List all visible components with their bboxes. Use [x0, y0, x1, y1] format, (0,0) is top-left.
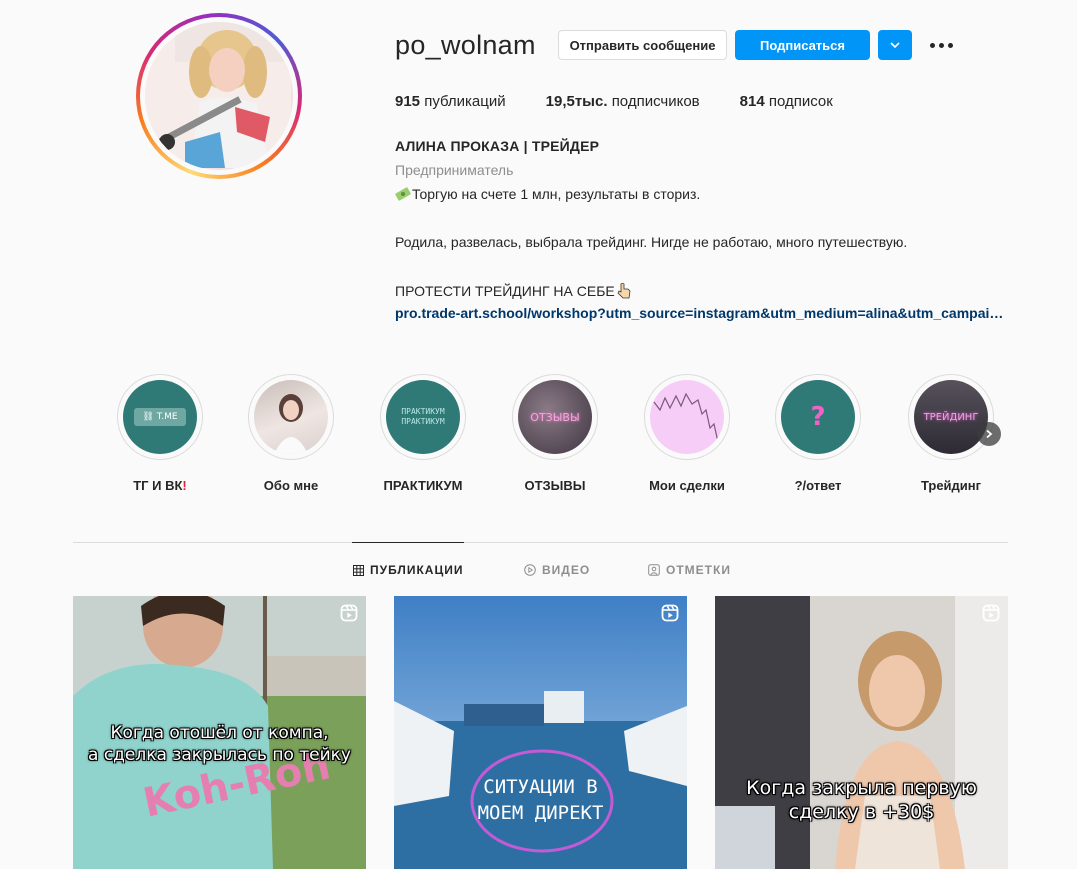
active-tab-indicator	[352, 542, 464, 543]
highlight-label: ТГ И ВК!	[133, 478, 187, 493]
posts-count-stat[interactable]: 915 публикаций	[395, 93, 506, 110]
bio-line-3: ПРОТЕСТИ ТРЕЙДИНГ НА СЕБЕ	[395, 282, 632, 300]
exclamation-emoji-icon: !	[182, 478, 187, 493]
highlight-my-trades[interactable]: Мои сделки	[642, 374, 732, 493]
highlight-qa[interactable]: ? ?/ответ	[773, 374, 863, 493]
highlight-cover-photo	[274, 394, 308, 454]
bio-line-1: Торгую на счете 1 млн, результаты в стор…	[395, 186, 700, 202]
chevron-right-icon	[986, 429, 993, 439]
post-tile[interactable]: Когда закрыла первую сделку в +30$	[715, 596, 1008, 869]
profile-avatar-ring[interactable]	[136, 13, 302, 179]
reels-icon	[661, 604, 679, 622]
reels-icon	[982, 604, 1000, 622]
tab-posts[interactable]: ПУБЛИКАЦИИ	[353, 563, 463, 577]
avatar	[145, 22, 293, 170]
highlight-label: ПРАКТИКУМ	[383, 478, 463, 493]
profile-website-link[interactable]: pro.trade-art.school/workshop?utm_source…	[395, 305, 1007, 321]
post-tile[interactable]: СИТУАЦИИ В МОЕМ ДИРЕКТ	[394, 596, 687, 869]
send-message-button[interactable]: Отправить сообщение	[558, 30, 727, 60]
reels-icon	[340, 604, 358, 622]
profile-category: Предприниматель	[395, 162, 514, 178]
highlight-label: Трейдинг	[920, 478, 982, 493]
pointing-down-hand-icon	[617, 282, 631, 299]
post-caption: СИТУАЦИИ В МОЕМ ДИРЕКТ	[477, 776, 604, 824]
tabs-divider	[73, 542, 1008, 543]
highlight-label: ?/ответ	[794, 478, 842, 493]
play-icon	[524, 564, 536, 576]
highlights-next-button[interactable]	[977, 422, 1001, 446]
post-tile[interactable]: Koh-Roh Когда отошёл от компа, а сделка …	[73, 596, 366, 869]
more-options-icon[interactable]	[928, 36, 954, 54]
highlight-cover-text: ПРАКТИКУМ ПРАКТИКУМ	[401, 407, 445, 426]
highlight-about-me[interactable]: Обо мне	[246, 374, 336, 493]
money-emoji-icon	[395, 187, 411, 201]
highlight-label: Обо мне	[263, 478, 319, 493]
follow-button[interactable]: Подписаться	[735, 30, 870, 60]
highlight-cover-text: ТРЕЙДИНГ	[923, 411, 979, 423]
chart-cover-icon	[653, 392, 719, 443]
grid-icon	[353, 564, 364, 576]
profile-full-name: АЛИНА ПРОКАЗА | ТРЕЙДЕР	[395, 138, 600, 154]
post-caption: Когда закрыла первую сделку в +30$	[746, 777, 977, 823]
highlight-practicum[interactable]: ПРАКТИКУМ ПРАКТИКУМ ПРАКТИКУМ	[378, 374, 468, 493]
link-icon: ⛓	[142, 412, 154, 422]
post-thumbnail	[715, 596, 1008, 869]
highlight-label: Мои сделки	[649, 478, 725, 493]
profile-stats: 915 публикаций 19,5тыс. подписчиков 814 …	[395, 93, 873, 110]
highlight-cover-text: ⛓ T.ME	[134, 408, 186, 426]
profile-username: po_wolnam	[395, 30, 536, 60]
post-thumbnail	[394, 596, 687, 869]
tab-videos[interactable]: ВИДЕО	[524, 563, 590, 577]
highlight-cover-text: ?	[810, 402, 826, 432]
highlight-label: ОТЗЫВЫ	[524, 478, 586, 493]
highlight-reviews[interactable]: ОТЗЫВЫ ОТЗЫВЫ	[510, 374, 600, 493]
chevron-down-icon	[890, 42, 900, 49]
tab-tagged[interactable]: ОТМЕТКИ	[648, 563, 731, 577]
highlight-cover-text: ОТЗЫВЫ	[530, 410, 580, 424]
tagged-user-icon	[648, 564, 660, 576]
suggested-accounts-button[interactable]	[878, 30, 912, 60]
bio-line-2: Родила, развелась, выбрала трейдинг. Ниг…	[395, 234, 908, 250]
followers-count-stat[interactable]: 19,5тыс. подписчиков	[546, 93, 700, 110]
highlight-tg-vk[interactable]: ⛓ T.ME ТГ И ВК!	[115, 374, 205, 493]
post-caption: Когда отошёл от компа, а сделка закрылас…	[88, 723, 351, 765]
following-count-stat[interactable]: 814 подписок	[740, 93, 833, 110]
